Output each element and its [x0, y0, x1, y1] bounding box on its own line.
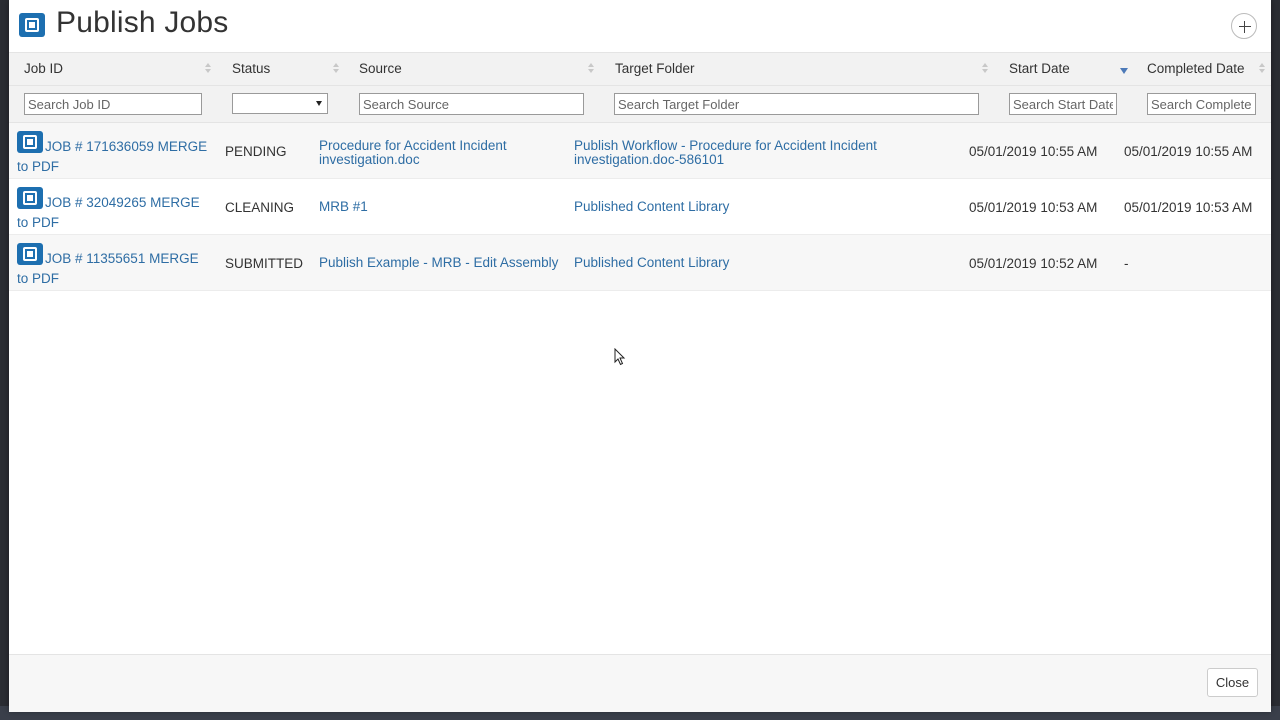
table-header-row: Job ID Status Source Target Folder Start… [9, 52, 1271, 86]
target-folder-cell: Published Content Library [574, 200, 954, 214]
target-folder-link[interactable]: Published Content Library [574, 199, 729, 214]
sort-icon[interactable] [588, 63, 594, 75]
completed-date-cell: 05/01/2019 10:53 AM [1124, 200, 1253, 215]
sort-icon[interactable] [1259, 63, 1265, 75]
sort-icon[interactable] [205, 63, 211, 75]
close-button[interactable]: Close [1207, 668, 1258, 697]
search-target-folder-input[interactable] [614, 93, 979, 115]
modal-footer: Close [9, 654, 1271, 712]
expand-plus-icon[interactable] [1231, 13, 1257, 39]
modal-title: Publish Jobs [56, 6, 229, 39]
modal-header: Publish Jobs [9, 0, 1271, 52]
start-date-cell: 05/01/2019 10:53 AM [969, 200, 1098, 215]
source-cell: Procedure for Accident Incident investig… [319, 139, 549, 167]
publish-job-icon[interactable] [17, 243, 43, 265]
column-header-completed-date[interactable]: Completed Date [1147, 53, 1245, 85]
target-folder-cell: Publish Workflow - Procedure for Acciden… [574, 139, 954, 167]
start-date-cell: 05/01/2019 10:52 AM [969, 256, 1098, 271]
job-id-cell: JOB # 11355651 MERGE to PDF [17, 243, 212, 286]
search-source-input[interactable] [359, 93, 584, 115]
table-row: JOB # 32049265 MERGE to PDF CLEANING MRB… [9, 179, 1271, 235]
target-folder-cell: Published Content Library [574, 256, 954, 270]
column-header-target-folder[interactable]: Target Folder [615, 53, 695, 85]
column-header-source[interactable]: Source [359, 53, 402, 85]
job-id-link[interactable]: JOB # 11355651 MERGE to PDF [17, 251, 199, 286]
publish-jobs-table: Job ID Status Source Target Folder Start… [9, 52, 1271, 291]
completed-date-cell: 05/01/2019 10:55 AM [1124, 144, 1253, 159]
job-id-cell: JOB # 171636059 MERGE to PDF [17, 131, 212, 174]
table-row: JOB # 11355651 MERGE to PDF SUBMITTED Pu… [9, 235, 1271, 291]
search-start-date-input[interactable] [1009, 93, 1117, 115]
job-id-cell: JOB # 32049265 MERGE to PDF [17, 187, 212, 230]
source-cell: Publish Example - MRB - Edit Assembly [319, 256, 579, 270]
status-cell: CLEANING [225, 200, 295, 215]
publish-job-icon[interactable] [17, 131, 43, 153]
source-cell: MRB #1 [319, 200, 549, 214]
publish-job-icon [19, 13, 45, 37]
status-cell: PENDING [225, 144, 287, 159]
search-completed-date-input[interactable] [1147, 93, 1256, 115]
job-id-link[interactable]: JOB # 32049265 MERGE to PDF [17, 195, 200, 230]
column-header-status[interactable]: Status [232, 53, 270, 85]
completed-date-cell: - [1124, 256, 1129, 271]
publish-jobs-modal: Publish Jobs Job ID Status Source Target… [9, 0, 1271, 712]
source-link[interactable]: Publish Example - MRB - Edit Assembly [319, 255, 558, 270]
target-folder-link[interactable]: Publish Workflow - Procedure for Acciden… [574, 138, 877, 167]
table-row: JOB # 171636059 MERGE to PDF PENDING Pro… [9, 123, 1271, 179]
publish-job-icon[interactable] [17, 187, 43, 209]
status-cell: SUBMITTED [225, 256, 304, 271]
source-link[interactable]: Procedure for Accident Incident investig… [319, 138, 507, 167]
job-id-link[interactable]: JOB # 171636059 MERGE to PDF [17, 139, 207, 174]
status-filter-select[interactable] [232, 93, 328, 114]
column-header-job-id[interactable]: Job ID [24, 53, 63, 85]
filter-row [9, 86, 1271, 123]
search-job-id-input[interactable] [24, 93, 202, 115]
sort-icon[interactable] [982, 63, 988, 75]
target-folder-link[interactable]: Published Content Library [574, 255, 729, 270]
source-link[interactable]: MRB #1 [319, 199, 368, 214]
sort-descending-icon[interactable] [1120, 68, 1128, 74]
column-header-start-date[interactable]: Start Date [1009, 53, 1070, 85]
start-date-cell: 05/01/2019 10:55 AM [969, 144, 1098, 159]
chevron-down-icon [316, 101, 322, 106]
sort-icon[interactable] [333, 63, 339, 75]
